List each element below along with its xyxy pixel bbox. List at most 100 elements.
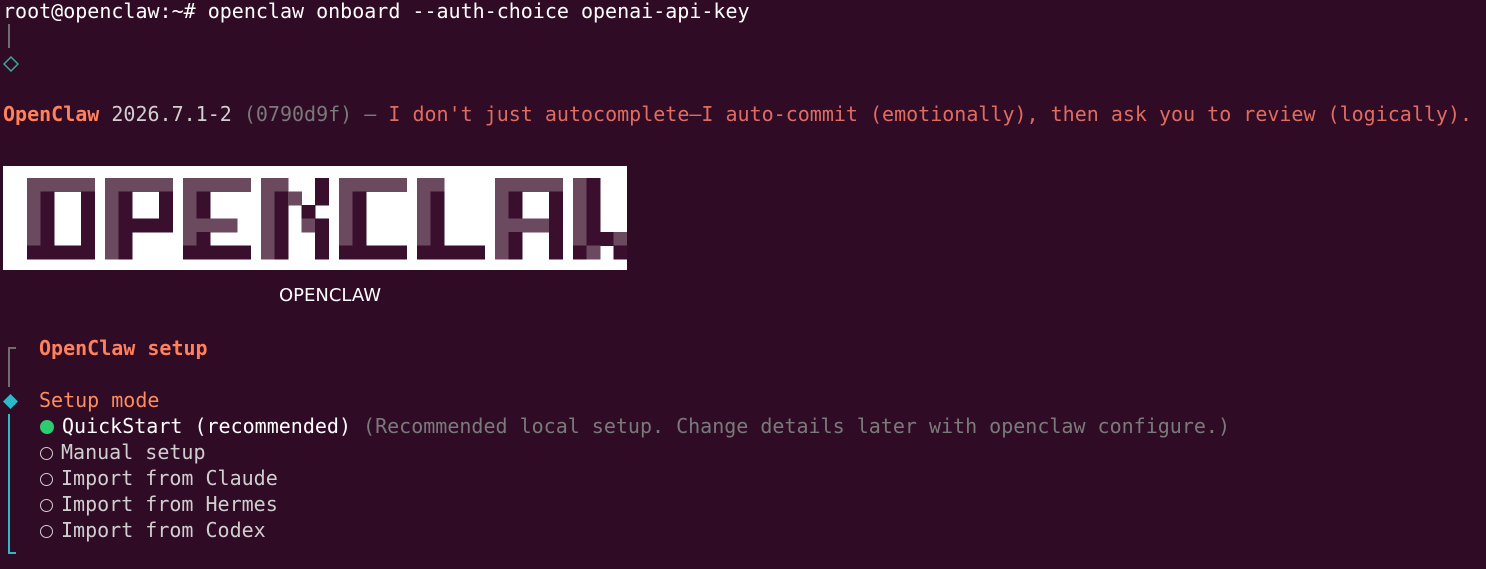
logo-pixel bbox=[118, 232, 133, 246]
logo-pixel bbox=[352, 245, 367, 260]
logo-pixel bbox=[315, 245, 329, 260]
logo-pixel bbox=[417, 178, 431, 192]
logo-pixel bbox=[261, 232, 275, 246]
logo-pixel bbox=[145, 218, 160, 233]
logo-pixel bbox=[586, 205, 601, 219]
logo-pixel bbox=[573, 232, 587, 246]
logo-pixel bbox=[508, 232, 523, 246]
logo-pixel bbox=[261, 205, 275, 219]
logo-pixel bbox=[183, 191, 197, 206]
logo-pixel bbox=[379, 178, 394, 192]
hollow-diamond-icon bbox=[3, 56, 19, 72]
setup-mode-label-text: Setup mode bbox=[39, 388, 160, 412]
logo-pixel bbox=[315, 178, 329, 192]
logo-pixel bbox=[379, 245, 394, 260]
command-text: openclaw onboard --auth-choice openai-ap… bbox=[207, 0, 750, 23]
logo-pixel-art bbox=[27, 178, 627, 260]
logo-pixel bbox=[613, 232, 627, 246]
logo-pixel bbox=[430, 205, 445, 219]
option-import-claude[interactable]: Import from Claude bbox=[40, 465, 278, 491]
logo-pixel bbox=[417, 232, 431, 246]
logo-pixel bbox=[159, 218, 173, 233]
option-label: Manual setup bbox=[61, 440, 206, 464]
hollow-circle-icon bbox=[40, 447, 53, 460]
gutter-bar-active bbox=[8, 414, 10, 554]
logo-pixel bbox=[196, 218, 211, 233]
logo-pixel bbox=[183, 245, 197, 260]
logo-pixel bbox=[81, 205, 95, 219]
filled-diamond-icon bbox=[3, 394, 18, 409]
logo-pixel bbox=[495, 191, 509, 206]
logo-pixel bbox=[315, 232, 329, 246]
logo-pixel bbox=[535, 178, 550, 192]
logo-pixel bbox=[105, 218, 119, 233]
logo-pixel bbox=[508, 178, 523, 192]
logo-pixel bbox=[145, 178, 160, 192]
logo-pixel bbox=[586, 232, 601, 246]
logo-pixel bbox=[159, 178, 173, 192]
logo-pixel bbox=[40, 232, 55, 246]
logo-pixel bbox=[339, 218, 353, 233]
logo-pixel bbox=[352, 191, 367, 206]
banner-dash: — bbox=[364, 102, 377, 126]
logo-pixel bbox=[352, 178, 367, 192]
logo-pixel bbox=[430, 191, 445, 206]
logo-pixel bbox=[81, 218, 95, 233]
command-line: root@openclaw:~# openclaw onboard --auth… bbox=[3, 0, 750, 24]
logo-pixel bbox=[40, 205, 55, 219]
logo-pixel bbox=[301, 205, 316, 219]
logo-pixel bbox=[573, 218, 587, 233]
logo-pixel bbox=[352, 232, 367, 246]
option-quickstart[interactable]: QuickStart (recommended) (Recommended lo… bbox=[40, 413, 1230, 439]
logo-pixel bbox=[549, 232, 563, 246]
logo-pixel bbox=[183, 218, 197, 233]
logo-pixel bbox=[118, 178, 133, 192]
logo-pixel bbox=[261, 178, 275, 192]
logo-pixel bbox=[586, 245, 601, 260]
logo-pixel bbox=[339, 232, 353, 246]
logo-pixel bbox=[132, 218, 146, 233]
logo-pixel bbox=[40, 218, 55, 233]
logo-pixel bbox=[183, 205, 197, 219]
logo-pixel bbox=[393, 178, 407, 192]
logo-pixel bbox=[27, 245, 41, 260]
logo-pixel bbox=[105, 178, 119, 192]
logo-pixel bbox=[508, 218, 523, 233]
logo-pixel bbox=[430, 178, 445, 192]
logo-pixel bbox=[27, 232, 41, 246]
logo-pixel bbox=[196, 205, 211, 219]
logo-pixel bbox=[27, 218, 41, 233]
logo-pixel bbox=[210, 218, 224, 233]
logo-pixel bbox=[81, 232, 95, 246]
logo-pixel bbox=[430, 232, 445, 246]
logo-pixel bbox=[105, 232, 119, 246]
option-import-codex[interactable]: Import from Codex bbox=[40, 517, 266, 543]
logo-pixel bbox=[159, 205, 173, 219]
logo-pixel bbox=[40, 245, 55, 260]
logo-pixel bbox=[535, 218, 550, 233]
logo-pixel bbox=[495, 232, 509, 246]
openclaw-logo bbox=[3, 166, 627, 270]
logo-pixel bbox=[417, 191, 431, 206]
logo-pixel bbox=[522, 178, 536, 192]
logo-pixel bbox=[417, 218, 431, 233]
logo-pixel bbox=[508, 191, 523, 206]
logo-pixel bbox=[274, 191, 289, 206]
logo-pixel bbox=[261, 191, 275, 206]
commit-hash: (0790d9f) bbox=[243, 102, 353, 126]
option-import-hermes[interactable]: Import from Hermes bbox=[40, 491, 278, 517]
logo-pixel bbox=[261, 245, 275, 260]
logo-pixel bbox=[549, 205, 563, 219]
logo-pixel bbox=[196, 245, 211, 260]
logo-pixel bbox=[549, 245, 563, 260]
logo-pixel bbox=[352, 205, 367, 219]
logo-pixel bbox=[40, 178, 55, 192]
logo-pixel bbox=[471, 245, 485, 260]
logo-pixel bbox=[183, 178, 197, 192]
option-label: Import from Claude bbox=[61, 466, 278, 490]
option-manual-setup[interactable]: Manual setup bbox=[40, 439, 206, 465]
logo-pixel bbox=[288, 191, 302, 206]
logo-pixel bbox=[339, 245, 353, 260]
logo-pixel bbox=[210, 178, 224, 192]
logo-pixel bbox=[522, 218, 536, 233]
